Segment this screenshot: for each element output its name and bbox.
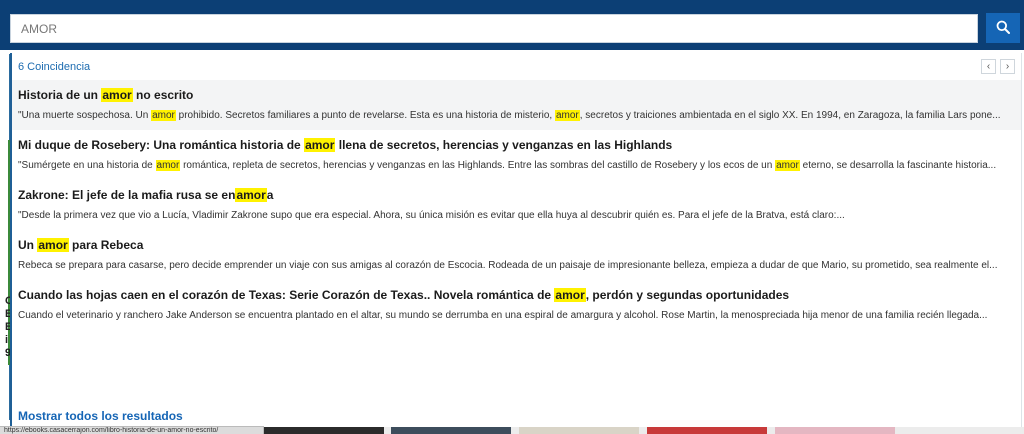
prev-page-button[interactable]: ‹ [981,59,996,74]
result-item[interactable]: Zakrone: El jefe de la mafia rusa se ena… [12,180,1021,230]
result-description-text: prohibido. Secretos familiares a punto d… [175,110,555,121]
result-title-text: Zakrone: El jefe de la mafia rusa se en [18,188,236,202]
result-title[interactable]: Mi duque de Rosebery: Una romántica hist… [18,137,1013,154]
result-title-text: , perdón y segundas oportunidades [585,288,790,302]
result-title[interactable]: Cuando las hojas caen en el corazón de T… [18,287,1013,304]
search-highlight: amor [155,160,181,171]
result-description-text: Rebeca se prepara para casarse, pero dec… [18,260,998,271]
result-title[interactable]: Historia de un amor no escrito [18,87,1013,104]
result-item[interactable]: Historia de un amor no escrito "Una muert… [12,80,1021,130]
result-title-text: Cuando las hojas caen en el corazón de T… [18,288,555,302]
result-description-text: "Una muerte sospechosa. Un [18,110,152,121]
result-title-text: llena de secretos, herencias y venganzas… [335,138,673,152]
result-description-text: romántica, repleta de secretos, herencia… [180,160,776,171]
result-item[interactable]: Mi duque de Rosebery: Una romántica hist… [12,130,1021,180]
search-highlight: amor [101,88,133,102]
chevron-right-icon: › [1005,61,1010,72]
results-pager: ‹ › [981,59,1015,74]
result-title-text: Historia de un [18,88,102,102]
book-thumbnail[interactable] [519,427,639,434]
result-description-text: "Sumérgete en una historia de [18,160,156,171]
result-description-text: "Desde la primera vez que vio a Lucía, V… [18,210,845,221]
result-description: "Sumérgete en una historia de amor román… [18,158,1013,174]
search-highlight: amor [304,138,336,152]
result-description: Cuando el veterinario y ranchero Jake An… [18,308,1013,324]
show-all-results-link[interactable]: Mostrar todos los resultados [18,409,183,423]
result-description: Rebeca se prepara para casarse, pero dec… [18,258,1013,274]
result-title[interactable]: Un amor para Rebeca [18,237,1013,254]
search-icon [996,20,1010,37]
result-description-text: Cuando el veterinario y ranchero Jake An… [18,310,988,321]
result-item[interactable]: Cuando las hojas caen en el corazón de T… [12,280,1021,330]
result-description-text: , secretos y traiciones ambientada en el… [579,110,1001,121]
search-box[interactable] [10,14,978,43]
result-title-text: Mi duque de Rosebery: Una romántica hist… [18,138,305,152]
result-title-text: Un [18,238,38,252]
result-description: "Desde la primera vez que vio a Lucía, V… [18,208,1013,224]
search-highlight: amor [775,160,800,171]
search-highlight: amor [235,188,267,202]
result-description-text: eterno, se desarrolla la fascinante hist… [799,160,997,171]
search-highlight: amor [554,110,580,121]
results-list: Historia de un amor no escrito "Una muert… [12,80,1021,330]
result-title-text: a [266,188,274,202]
book-thumbnail[interactable] [264,427,384,434]
result-title-text: no escrito [132,88,194,102]
book-thumbnail[interactable] [391,427,511,434]
book-thumbnail[interactable] [647,427,767,434]
results-count: 6 Coincidencia [18,60,91,73]
search-highlight: amor [37,238,69,252]
browser-status-url: https://ebooks.casacerrajon.com/libro-hi… [0,426,264,434]
search-button[interactable] [986,13,1020,43]
search-input[interactable] [11,15,977,42]
result-description: "Una muerte sospechosa. Un amor prohibid… [18,108,1013,124]
chevron-left-icon: ‹ [986,61,991,72]
search-results-dropdown: 6 Coincidencia ‹ › Historia de un amor n… [10,53,1022,428]
results-header: 6 Coincidencia ‹ › [12,53,1021,80]
book-thumbnail[interactable] [775,427,895,434]
result-title[interactable]: Zakrone: El jefe de la mafia rusa se ena… [18,187,1013,204]
search-highlight: amor [151,110,176,121]
result-item[interactable]: Un amor para Rebeca Rebeca se prepara par… [12,230,1021,280]
search-highlight: amor [554,288,586,302]
result-title-text: para Rebeca [68,238,144,252]
next-page-button[interactable]: › [1000,59,1015,74]
